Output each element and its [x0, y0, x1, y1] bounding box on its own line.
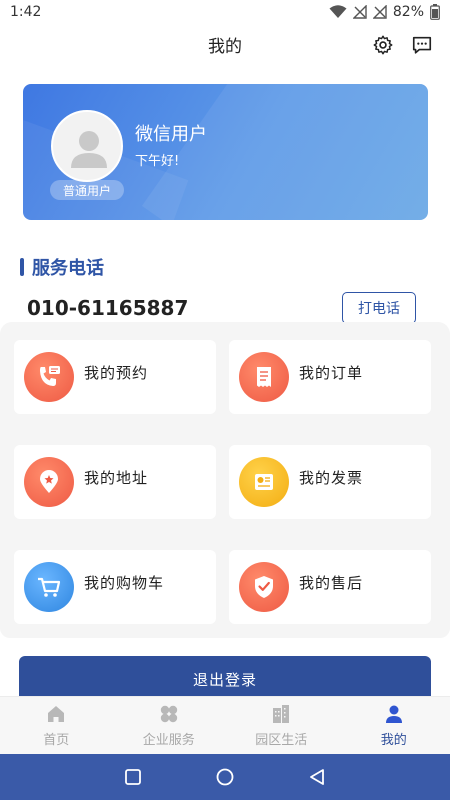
battery-level: 82%: [392, 4, 424, 20]
section-title-text: 服务电话: [32, 258, 104, 279]
recent-apps-button[interactable]: [123, 767, 143, 787]
circle-icon: [216, 768, 234, 786]
status-bar: 1:42 82%: [0, 0, 450, 24]
call-button[interactable]: 打电话: [342, 292, 416, 324]
invoice-icon: [239, 457, 289, 507]
square-icon: [125, 769, 141, 785]
wifi-icon: [329, 5, 347, 18]
service-phone-number: 010-61165887: [27, 296, 189, 320]
menu-tile-label: 我的预约: [84, 363, 149, 382]
system-nav-bar: [0, 754, 450, 800]
menu-tile-label: 我的订单: [299, 363, 364, 382]
menu-tile-label: 我的购物车: [84, 573, 165, 592]
menu-tile-label: 我的地址: [84, 468, 149, 487]
status-icons: 82%: [329, 4, 440, 20]
tab-enterprise-services[interactable]: 企业服务: [113, 697, 226, 754]
avatar[interactable]: [51, 110, 123, 182]
tab-label: 我的: [380, 733, 407, 748]
battery-icon: [430, 4, 440, 20]
greeting-text: 下午好!: [135, 154, 180, 169]
bottom-tab-bar: 首页 企业服务 园区生活 我的: [0, 696, 450, 754]
home-icon: [48, 706, 65, 722]
menu-tile-label: 我的售后: [299, 573, 364, 592]
clover-icon: [160, 705, 177, 723]
tab-mine[interactable]: 我的: [338, 697, 450, 754]
menu-tile-orders[interactable]: 我的订单: [229, 340, 431, 414]
tab-label: 企业服务: [142, 733, 195, 748]
tab-label: 首页: [43, 733, 70, 748]
tab-park-life[interactable]: 园区生活: [225, 697, 338, 754]
status-time: 1:42: [10, 4, 42, 20]
no-signal-icon-2: [372, 5, 387, 19]
menu-tile-invoices[interactable]: 我的发票: [229, 445, 431, 519]
card-decoration: [141, 84, 428, 220]
settings-gear-icon[interactable]: [372, 34, 394, 56]
shopping-cart-icon: [24, 562, 74, 612]
shield-check-icon: [239, 562, 289, 612]
profile-card[interactable]: 普通用户 微信用户 下午好!: [23, 84, 428, 220]
title-bar: 我的: [0, 26, 450, 62]
home-button[interactable]: [215, 767, 235, 787]
no-signal-icon: [352, 5, 367, 19]
menu-tile-label: 我的发票: [299, 468, 364, 487]
menu-grid: 我的预约 我的订单 我的地址 我的发票 我的购物车 我的售后: [0, 322, 450, 638]
user-level-badge: 普通用户: [50, 180, 124, 200]
user-name: 微信用户: [135, 124, 207, 145]
page-title: 我的: [208, 36, 242, 57]
person-icon: [385, 705, 402, 723]
message-icon[interactable]: [411, 34, 433, 56]
menu-tile-cart[interactable]: 我的购物车: [14, 550, 216, 624]
menu-tile-after-sales[interactable]: 我的售后: [229, 550, 431, 624]
tab-label: 园区生活: [255, 733, 308, 748]
back-button[interactable]: [307, 767, 327, 787]
receipt-icon: [239, 352, 289, 402]
back-triangle-icon: [310, 769, 324, 785]
phone-appointment-icon: [24, 352, 74, 402]
menu-tile-appointments[interactable]: 我的预约: [14, 340, 216, 414]
buildings-icon: [273, 705, 290, 723]
section-marker: [20, 258, 24, 276]
service-section-title: 服务电话: [20, 254, 104, 280]
tab-home[interactable]: 首页: [0, 697, 113, 754]
location-pin-icon: [24, 457, 74, 507]
menu-tile-address[interactable]: 我的地址: [14, 445, 216, 519]
